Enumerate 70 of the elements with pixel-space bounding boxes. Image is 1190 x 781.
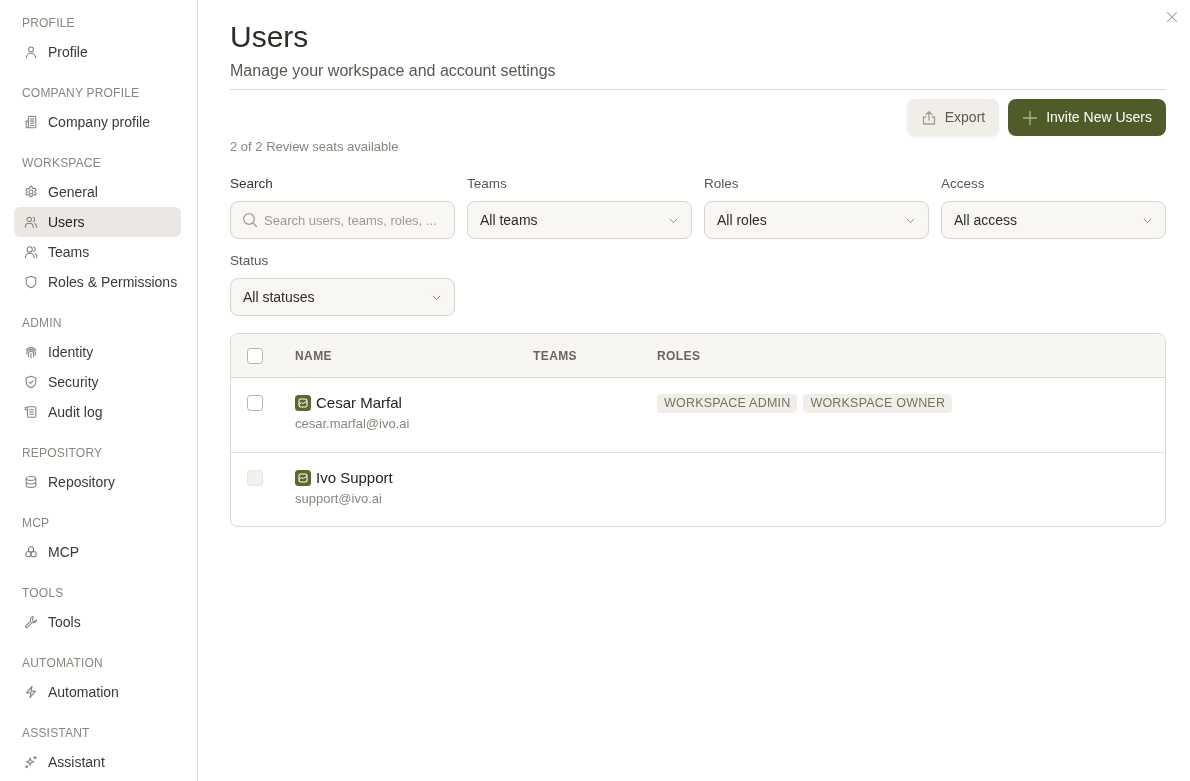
column-header: ROLES	[657, 349, 701, 363]
nav-item[interactable]: Security	[14, 367, 181, 397]
nav-item[interactable]: Teams	[14, 237, 181, 267]
nav-item[interactable]: Identity	[14, 337, 181, 367]
section-heading: COMPANY PROFILE	[22, 85, 140, 102]
filter-dropdown[interactable]: All access	[941, 201, 1166, 239]
users-icon	[24, 245, 38, 259]
avatar-icon	[295, 470, 311, 486]
close-icon	[1166, 11, 1178, 23]
nav-item[interactable]: General	[14, 177, 181, 207]
nav-item[interactable]: Profile	[14, 37, 181, 67]
building-icon	[24, 115, 38, 129]
nav-item[interactable]: Company profile	[14, 107, 181, 137]
upload-icon	[920, 109, 937, 126]
list-icon	[24, 405, 38, 419]
nav-item[interactable]: Repository	[14, 467, 181, 497]
page-subtitle: Manage your workspace and account settings	[230, 61, 556, 81]
search-field[interactable]: Search users, teams, roles, ...	[230, 201, 455, 239]
circles-icon	[24, 545, 38, 559]
lightning-icon	[24, 685, 38, 699]
shield-check-icon	[24, 375, 38, 389]
sparkle-icon	[24, 755, 38, 769]
export-button[interactable]: Export	[906, 99, 1000, 136]
nav-item[interactable]: Tools	[14, 607, 181, 637]
section-heading: ASSISTANT	[22, 725, 90, 742]
avatar-icon	[295, 395, 311, 411]
role-tag: WORKSPACE ADMIN	[657, 394, 798, 413]
nav-item[interactable]: Roles & Permissions	[14, 267, 181, 297]
gear-icon	[24, 185, 38, 199]
user-email: cesar.marfal@ivo.ai	[295, 415, 410, 433]
field-label: Status	[230, 252, 269, 270]
filter-dropdown[interactable]: All statuses	[230, 278, 455, 316]
nav-item[interactable]: Automation	[14, 677, 181, 707]
nav-item[interactable]: Audit log	[14, 397, 181, 427]
checkbox[interactable]	[247, 395, 263, 411]
field-label: Teams	[467, 175, 507, 193]
nav-item[interactable]: MCP	[14, 537, 181, 567]
field-label: Roles	[704, 175, 739, 193]
column-header: NAME	[295, 349, 332, 363]
nav-item[interactable]: Assistant	[14, 747, 181, 777]
shield-icon	[24, 275, 38, 289]
fingerprint-icon	[24, 345, 38, 359]
user-email: support@ivo.ai	[295, 490, 382, 508]
person-icon	[24, 45, 38, 59]
nav-item[interactable]: Users	[14, 207, 181, 237]
database-icon	[24, 475, 38, 489]
section-heading: ADMIN	[22, 315, 62, 332]
users-icon	[24, 215, 38, 229]
user-name: Cesar Marfal	[316, 393, 402, 413]
search-icon	[242, 212, 258, 228]
filter-dropdown[interactable]: All teams	[467, 201, 692, 239]
field-label: Search	[230, 175, 273, 193]
section-heading: WORKSPACE	[22, 155, 101, 172]
close-button[interactable]	[1166, 11, 1178, 23]
field-label: Access	[941, 175, 985, 193]
plus-icon	[1022, 109, 1039, 126]
checkbox[interactable]	[247, 347, 263, 364]
section-heading: MCP	[22, 515, 50, 532]
section-heading: AUTOMATION	[22, 655, 103, 672]
filter-dropdown[interactable]: All roles	[704, 201, 929, 239]
invite-button[interactable]: Invite New Users	[1008, 99, 1166, 136]
section-heading: TOOLS	[22, 585, 64, 602]
page-title: Users	[230, 19, 309, 55]
section-heading: REPOSITORY	[22, 445, 103, 462]
wrench-icon	[24, 615, 38, 629]
section-heading: PROFILE	[22, 15, 75, 32]
seats-info: 2 of 2 Review seats available	[230, 138, 399, 156]
user-name: Ivo Support	[316, 468, 393, 488]
column-header: TEAMS	[533, 349, 577, 363]
role-tag: WORKSPACE OWNER	[803, 394, 953, 413]
